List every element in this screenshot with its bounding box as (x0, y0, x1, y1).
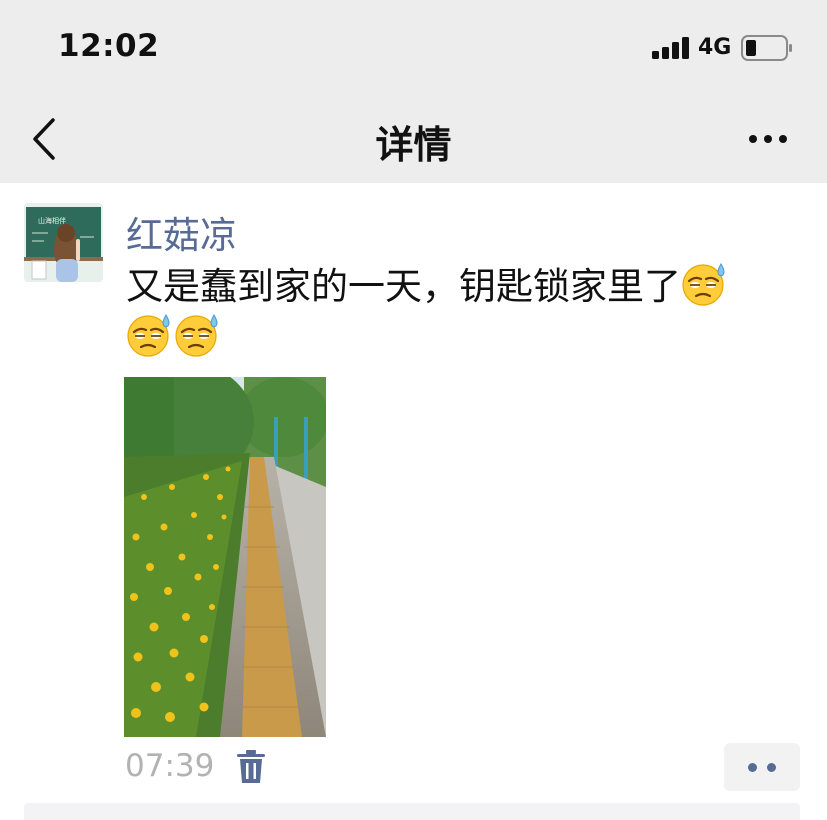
avatar-image: 山海相伴 (24, 203, 103, 282)
post-photo[interactable] (124, 377, 326, 737)
sweat-emoji-icon (682, 263, 725, 306)
signal-icon (652, 37, 689, 59)
more-actions-icon (748, 762, 757, 772)
nav-bar: 详情 (0, 96, 827, 183)
photo-image (124, 377, 326, 737)
sweat-emoji-icon (175, 314, 218, 357)
status-time: 12:02 (58, 28, 160, 64)
more-icon (749, 135, 757, 143)
svg-text:山海相伴: 山海相伴 (38, 216, 66, 225)
delete-icon[interactable] (234, 749, 268, 785)
post-text-content: 又是蠢到家的一天，钥匙锁家里了 (126, 265, 681, 308)
post-text: 又是蠢到家的一天，钥匙锁家里了 (126, 261, 796, 363)
network-label: 4G (698, 35, 732, 60)
post-time: 07:39 (125, 748, 215, 784)
status-bar: 12:02 4G (0, 0, 827, 96)
moment-post: 山海相伴 红菇凉 又是蠢到家的一天，钥匙锁家里了 07:39 (0, 183, 827, 820)
battery-icon (741, 35, 792, 61)
author-name[interactable]: 红菇凉 (126, 205, 237, 259)
page-title: 详情 (375, 123, 452, 167)
more-button[interactable] (740, 120, 796, 158)
more-actions-button[interactable] (724, 743, 800, 791)
avatar[interactable]: 山海相伴 (24, 203, 103, 282)
comment-area (24, 803, 800, 820)
sweat-emoji-icon (127, 314, 170, 357)
